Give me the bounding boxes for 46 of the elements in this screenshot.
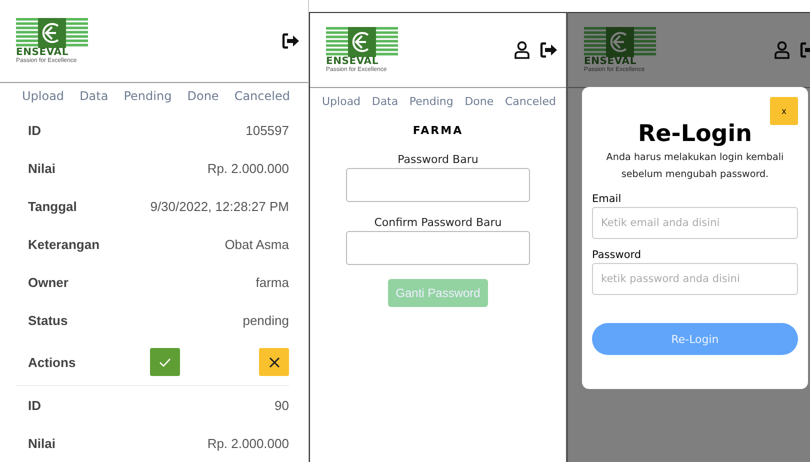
field-label: Email <box>592 193 622 205</box>
field-label: Actions <box>28 354 77 370</box>
reject-button[interactable] <box>259 348 289 376</box>
nav-tab[interactable]: Data <box>80 89 108 103</box>
field-value: pending <box>242 312 289 328</box>
logout-icon[interactable] <box>540 42 558 58</box>
close-icon <box>268 356 280 368</box>
field-label: Password <box>592 249 642 261</box>
field-value: 90 <box>274 398 289 412</box>
password-field[interactable] <box>346 231 530 265</box>
nav-tab[interactable]: Data <box>372 95 398 108</box>
field-value: 9/30/2022, 12:28:27 PM <box>150 198 289 214</box>
user-icon[interactable] <box>514 41 530 59</box>
field-label: ID <box>28 122 41 138</box>
field-value: Rp. 2.000.000 <box>207 436 289 450</box>
user-name: FARMA <box>412 124 464 137</box>
field-value: farma <box>256 274 289 290</box>
field-label: ID <box>28 398 41 412</box>
nav-tab[interactable]: Pending <box>409 95 454 108</box>
input-field[interactable]: Ketik email anda disini <box>592 207 798 239</box>
field-label: Owner <box>28 274 68 290</box>
field-value: Rp. 2.000.000 <box>207 160 289 176</box>
password-field[interactable] <box>346 168 530 202</box>
input-field[interactable]: ketik password anda disini <box>592 263 798 295</box>
relogin-button[interactable]: Re-Login <box>592 323 798 355</box>
nav-tab[interactable]: Pending <box>124 89 172 103</box>
nav-tab[interactable]: Upload <box>322 95 361 108</box>
nav-tab[interactable]: Canceled <box>504 95 556 108</box>
field-label: Status <box>28 312 68 328</box>
field-label: Password Baru <box>398 153 478 166</box>
nav-tab[interactable]: Done <box>187 89 219 103</box>
dialog-title: Re-Login <box>636 121 754 147</box>
nav-tab[interactable]: Done <box>464 95 494 108</box>
dialog-message: Anda harus melakukan login kembali sebelum mengubah password. <box>605 151 785 182</box>
field-label: Nilai <box>28 436 56 450</box>
field-value: Obat Asma <box>224 236 289 252</box>
field-label: Nilai <box>28 160 56 176</box>
nav-tab[interactable]: Upload <box>22 89 64 103</box>
field-label: Keterangan <box>28 236 100 252</box>
field-label: Tanggal <box>28 198 77 214</box>
nav-tab[interactable]: Canceled <box>234 89 290 103</box>
field-value: 105597 <box>246 122 289 138</box>
logout-icon[interactable] <box>282 33 300 49</box>
checkmark-icon <box>159 358 171 366</box>
close-button[interactable]: x <box>770 97 798 125</box>
field-label: Confirm Password Baru <box>374 216 502 229</box>
